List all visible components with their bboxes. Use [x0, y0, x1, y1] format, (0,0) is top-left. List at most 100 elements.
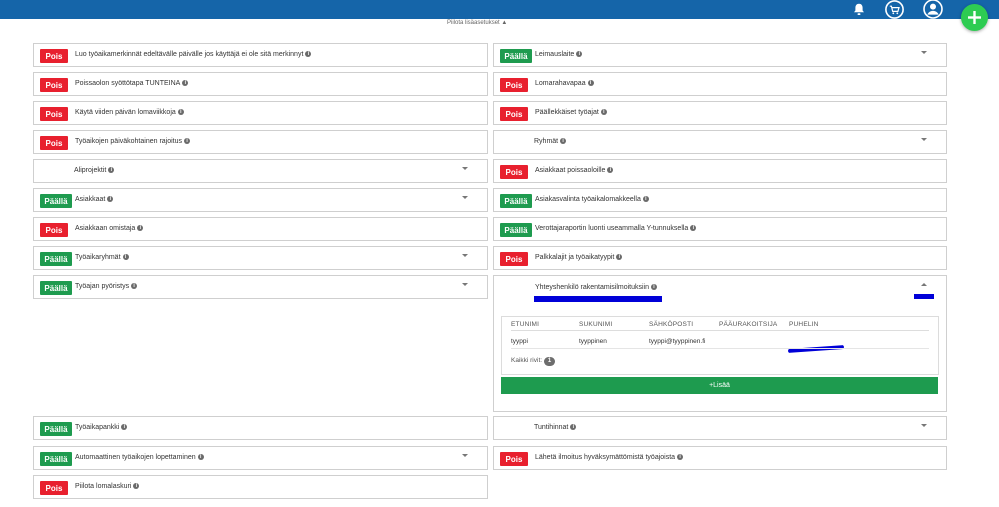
chevron-down-icon[interactable]: [462, 254, 468, 257]
info-icon[interactable]: i: [576, 51, 583, 57]
setting-row-subprojects[interactable]: Aliprojektit i: [33, 159, 488, 183]
redaction-bar: [914, 294, 934, 299]
setting-row-hide-holiday-calculator: Pois Piilota lomalaskuri i: [33, 475, 488, 499]
table-cell-first-name[interactable]: tyyppi: [511, 338, 528, 345]
info-icon[interactable]: i: [107, 196, 114, 202]
info-icon[interactable]: i: [616, 254, 623, 260]
info-icon[interactable]: i: [133, 483, 140, 489]
info-icon[interactable]: i: [131, 283, 138, 289]
toggle-button-on[interactable]: Päällä: [40, 252, 72, 266]
column-header-last-name[interactable]: SUKUNIMI: [579, 321, 612, 328]
column-header-email[interactable]: SÄHKÖPOSTI: [649, 321, 693, 328]
toggle-button-off[interactable]: Pois: [500, 165, 528, 179]
info-icon[interactable]: i: [137, 225, 144, 231]
info-icon[interactable]: i: [121, 424, 128, 430]
add-fab-button[interactable]: [961, 4, 988, 31]
info-icon[interactable]: i: [677, 454, 684, 460]
setting-row-customer-select-on-form: Päällä Asiakasvalinta työaikalomakkeella…: [493, 188, 947, 212]
row-divider: [511, 348, 929, 349]
info-icon[interactable]: i: [570, 424, 577, 430]
toggle-button-on[interactable]: Päällä: [500, 49, 532, 63]
info-icon[interactable]: i: [122, 254, 129, 260]
setting-row-hourly-rates[interactable]: Tuntihinnat i: [493, 416, 947, 440]
toggle-button-off[interactable]: Pois: [40, 49, 68, 63]
redaction-bar: [787, 345, 845, 353]
info-icon[interactable]: i: [184, 138, 191, 144]
toggle-button-on[interactable]: Päällä: [40, 452, 72, 466]
setting-label: Lähetä ilmoitus hyväksymättömistä työajo…: [535, 454, 684, 461]
chevron-up-icon[interactable]: [921, 283, 927, 286]
setting-label: Verottajaraportin luonti useammalla Y-tu…: [535, 225, 697, 232]
chevron-down-icon[interactable]: [921, 51, 927, 54]
chevron-down-icon[interactable]: [462, 167, 468, 170]
setting-label: Lomarahavapaa i: [535, 80, 594, 87]
setting-row-overlapping-worktimes: Pois Päällekkäiset työajat i: [493, 101, 947, 125]
column-header-main-contractor[interactable]: PÄÄURAKOITSIJA: [719, 321, 777, 328]
toggle-button-off[interactable]: Pois: [40, 78, 68, 92]
setting-label: Käytä viiden päivän lomaviikkoja i: [75, 109, 184, 116]
toggle-button-on[interactable]: Päällä: [500, 223, 532, 237]
info-icon[interactable]: i: [197, 454, 204, 460]
add-contact-button[interactable]: +Lisää: [501, 377, 938, 394]
chevron-down-icon[interactable]: [462, 283, 468, 286]
info-icon[interactable]: i: [651, 284, 657, 290]
toggle-button-off[interactable]: Pois: [500, 452, 528, 466]
setting-label: Palkkalajit ja työaikatyypit i: [535, 254, 623, 261]
toggle-button-off[interactable]: Pois: [40, 481, 68, 495]
toggle-button-on[interactable]: Päällä: [40, 281, 72, 295]
chevron-down-icon[interactable]: [462, 196, 468, 199]
chevron-down-icon[interactable]: [462, 454, 468, 457]
column-header-phone[interactable]: PUHELIN: [789, 321, 819, 328]
setting-row-customers-for-absences: Pois Asiakkaat poissaoloille i: [493, 159, 947, 183]
setting-row-clock-device: Päällä Leimauslaite i: [493, 43, 947, 67]
info-icon[interactable]: i: [182, 80, 189, 86]
table-cell-email[interactable]: tyyppi@tyyppinen.fi: [649, 338, 705, 345]
toggle-button-off[interactable]: Pois: [40, 107, 68, 121]
toggle-button-off[interactable]: Pois: [500, 252, 528, 266]
setting-label[interactable]: Yhteyshenkilö rakentamisilmoituksiin i: [535, 284, 657, 291]
toggle-button-off[interactable]: Pois: [500, 107, 528, 121]
chevron-down-icon[interactable]: [921, 424, 927, 427]
toggle-button-on[interactable]: Päällä: [40, 422, 72, 436]
setting-row-auto-stop-worktime: Päällä Automaattinen työaikojen lopettam…: [33, 446, 488, 470]
info-icon[interactable]: i: [690, 225, 697, 231]
toggle-button-off[interactable]: Pois: [40, 136, 68, 150]
setting-label: Poissaolon syöttötapa TUNTEINA i: [75, 80, 189, 87]
info-icon[interactable]: i: [642, 196, 649, 202]
setting-row-customer-owner: Pois Asiakkaan omistaja i: [33, 217, 488, 241]
column-header-first-name[interactable]: ETUNIMI: [511, 321, 539, 328]
table-cell-last-name[interactable]: tyyppinen: [579, 338, 607, 345]
setting-label: Luo työaikamerkinnät edeltävälle päiväll…: [75, 51, 312, 58]
setting-label: Asiakkaat poissaoloille i: [535, 167, 614, 174]
toggle-button-off[interactable]: Pois: [500, 78, 528, 92]
info-icon[interactable]: i: [587, 80, 594, 86]
setting-row-salary-types: Pois Palkkalajit ja työaikatyypit i: [493, 246, 947, 270]
setting-row-groups[interactable]: Ryhmät i: [493, 130, 947, 154]
setting-label: Työaikapankki i: [75, 424, 128, 431]
bell-icon[interactable]: [852, 0, 866, 18]
info-icon[interactable]: i: [607, 167, 614, 173]
setting-label: Aliprojektit i: [74, 167, 115, 174]
redaction-bar: [534, 296, 662, 302]
info-icon[interactable]: i: [560, 138, 567, 144]
setting-row-create-previous-day: Pois Luo työaikamerkinnät edeltävälle pä…: [33, 43, 488, 67]
hide-advanced-settings-link[interactable]: Piilota lisäasetukset ▲: [447, 20, 507, 26]
user-avatar-icon[interactable]: [922, 0, 944, 19]
info-icon[interactable]: i: [177, 109, 184, 115]
setting-label: Automaattinen työaikojen lopettaminen i: [75, 454, 204, 461]
toggle-button-on[interactable]: Päällä: [500, 194, 532, 208]
setting-label: Leimauslaite i: [535, 51, 583, 58]
setting-label: Työaikojen päiväkohtainen rajoitus i: [75, 138, 191, 145]
setting-row-customers: Päällä Asiakkaat i: [33, 188, 488, 212]
info-icon[interactable]: i: [108, 167, 115, 173]
cart-icon[interactable]: [884, 0, 904, 19]
setting-row-worktime-rounding: Päällä Työajan pyöristys i: [33, 275, 488, 299]
setting-row-holiday-pay-leave: Pois Lomarahavapaa i: [493, 72, 947, 96]
chevron-down-icon[interactable]: [921, 138, 927, 141]
info-icon[interactable]: i: [305, 51, 312, 57]
setting-label: Tuntihinnat i: [534, 424, 577, 431]
toggle-button-on[interactable]: Päällä: [40, 194, 72, 208]
info-icon[interactable]: i: [600, 109, 607, 115]
toggle-button-off[interactable]: Pois: [40, 223, 68, 237]
setting-row-worktime-bank: Päällä Työaikapankki i: [33, 416, 488, 440]
